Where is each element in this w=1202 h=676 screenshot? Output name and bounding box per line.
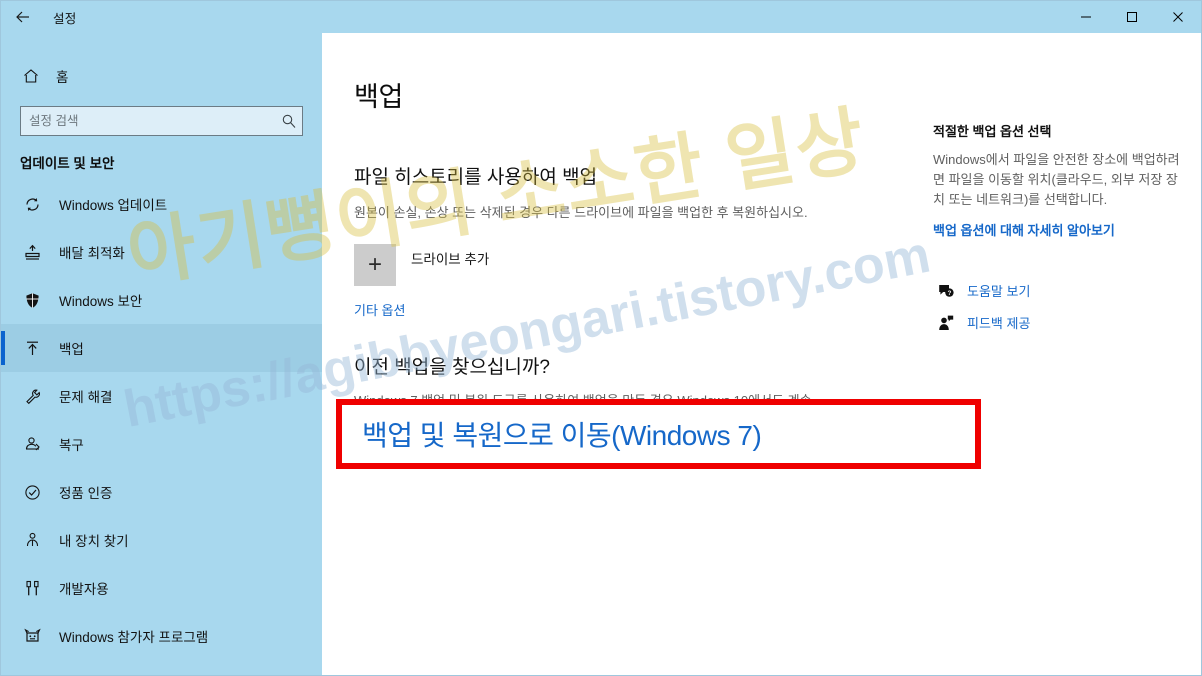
recovery-icon bbox=[20, 435, 44, 454]
back-button[interactable] bbox=[1, 1, 45, 33]
close-icon bbox=[1172, 11, 1184, 23]
sidebar-item-label: 복구 bbox=[59, 438, 84, 453]
older-backup-heading: 이전 백업을 찾으십니까? bbox=[354, 356, 550, 378]
go-to-backup-and-restore-link[interactable]: 백업 및 복원으로 이동(Windows 7) bbox=[362, 414, 762, 454]
title-bar: 설정 bbox=[1, 1, 1201, 33]
sidebar-item-label: 개발자용 bbox=[59, 582, 109, 597]
search-input[interactable] bbox=[21, 114, 276, 128]
window-body: 홈 업데이트 및 보안 bbox=[1, 33, 1201, 675]
help-chat-icon: ? bbox=[933, 282, 959, 300]
sidebar-item-recovery[interactable]: 복구 bbox=[1, 420, 322, 468]
sidebar-item-label: 내 장치 찾기 bbox=[59, 534, 129, 549]
sidebar-item-windows-security[interactable]: Windows 보안 bbox=[1, 276, 322, 324]
aside-action-label: 도움말 보기 bbox=[967, 284, 1031, 300]
get-help-action[interactable]: ? 도움말 보기 bbox=[933, 281, 1181, 300]
sidebar-item-troubleshoot[interactable]: 문제 해결 bbox=[1, 372, 322, 420]
give-feedback-action[interactable]: 피드백 제공 bbox=[933, 313, 1181, 332]
content-area: 백업 파일 히스토리를 사용하여 백업 원본이 손실, 손상 또는 삭제된 경우… bbox=[322, 33, 1201, 675]
aside-actions: ? 도움말 보기 피드백 제공 bbox=[933, 281, 1181, 332]
delivery-optimization-icon bbox=[20, 243, 44, 262]
aside-action-label: 피드백 제공 bbox=[967, 316, 1031, 332]
close-button[interactable] bbox=[1155, 1, 1201, 33]
minimize-button[interactable] bbox=[1063, 1, 1109, 33]
shield-icon bbox=[20, 291, 44, 310]
minimize-icon bbox=[1080, 11, 1092, 23]
search-icon[interactable] bbox=[276, 113, 302, 129]
window-title: 설정 bbox=[53, 11, 77, 26]
insider-program-icon bbox=[20, 627, 44, 646]
aside-description: Windows에서 파일을 안전한 장소에 백업하려면 파일을 이동할 위치(클… bbox=[933, 152, 1180, 208]
search-box[interactable] bbox=[20, 106, 303, 136]
plus-icon: + bbox=[354, 243, 396, 286]
aside-panel: 적절한 백업 옵션 선택 Windows에서 파일을 안전한 장소에 백업하려면… bbox=[921, 33, 1201, 345]
feedback-person-icon bbox=[933, 314, 959, 332]
settings-window: 설정 홈 설정 검색 업데이트 및 보안 Windows 업데이트 배달 최적화… bbox=[0, 0, 1202, 676]
sidebar-item-label: 백업 bbox=[59, 342, 84, 357]
sidebar-item-find-my-device[interactable]: 내 장치 찾기 bbox=[1, 516, 322, 564]
maximize-icon bbox=[1126, 11, 1138, 23]
back-arrow-icon bbox=[14, 9, 32, 25]
sidebar-item-label: 정품 인증 bbox=[59, 486, 113, 501]
sidebar-group-title: 업데이트 및 보안 bbox=[20, 156, 115, 171]
page-title: 백업 bbox=[354, 82, 404, 112]
maximize-button[interactable] bbox=[1109, 1, 1155, 33]
sidebar: 홈 업데이트 및 보안 bbox=[1, 33, 322, 675]
backup-up-arrow-icon bbox=[20, 339, 44, 358]
sidebar-item-delivery-optimization[interactable]: 배달 최적화 bbox=[1, 228, 322, 276]
sidebar-item-for-developers[interactable]: 개발자용 bbox=[1, 564, 322, 612]
developer-tools-icon bbox=[20, 579, 44, 598]
refresh-icon bbox=[20, 195, 44, 214]
file-history-description: 원본이 손실, 손상 또는 삭제된 경우 다른 드라이브에 파일을 백업한 후 … bbox=[354, 205, 808, 220]
wrench-icon bbox=[20, 387, 44, 406]
highlight-box: 백업 및 복원으로 이동(Windows 7) bbox=[336, 399, 981, 469]
sidebar-item-label: 문제 해결 bbox=[59, 390, 113, 405]
sidebar-item-label: Windows 업데이트 bbox=[59, 198, 168, 213]
sidebar-item-label: 배달 최적화 bbox=[59, 246, 125, 261]
check-circle-icon bbox=[20, 483, 44, 502]
add-drive-button[interactable]: + 드라이브 추가 bbox=[354, 243, 922, 286]
find-my-device-icon bbox=[20, 531, 44, 550]
sidebar-item-label: Windows 참가자 프로그램 bbox=[59, 630, 209, 645]
more-options-link[interactable]: 기타 옵션 bbox=[354, 300, 405, 319]
sidebar-item-backup[interactable]: 백업 bbox=[1, 324, 322, 372]
home-icon bbox=[20, 67, 42, 85]
sidebar-item-home[interactable]: 홈 bbox=[1, 59, 322, 93]
sidebar-item-windows-update[interactable]: Windows 업데이트 bbox=[1, 180, 322, 228]
svg-text:?: ? bbox=[948, 291, 952, 297]
caption-buttons bbox=[1063, 1, 1201, 33]
content-main: 백업 파일 히스토리를 사용하여 백업 원본이 손실, 손상 또는 삭제된 경우… bbox=[322, 33, 922, 675]
sidebar-home-label: 홈 bbox=[56, 70, 69, 85]
sidebar-item-activation[interactable]: 정품 인증 bbox=[1, 468, 322, 516]
sidebar-items: Windows 업데이트 배달 최적화 Windows 보안 백업 문제 해결 … bbox=[1, 180, 322, 660]
file-history-heading: 파일 히스토리를 사용하여 백업 bbox=[354, 167, 598, 188]
add-drive-label: 드라이브 추가 bbox=[411, 251, 490, 267]
aside-heading: 적절한 백업 옵션 선택 bbox=[933, 124, 1052, 139]
learn-more-link[interactable]: 백업 옵션에 대해 자세히 알아보기 bbox=[933, 220, 1181, 239]
sidebar-item-label: Windows 보안 bbox=[59, 294, 143, 309]
sidebar-item-windows-insider-program[interactable]: Windows 참가자 프로그램 bbox=[1, 612, 322, 660]
